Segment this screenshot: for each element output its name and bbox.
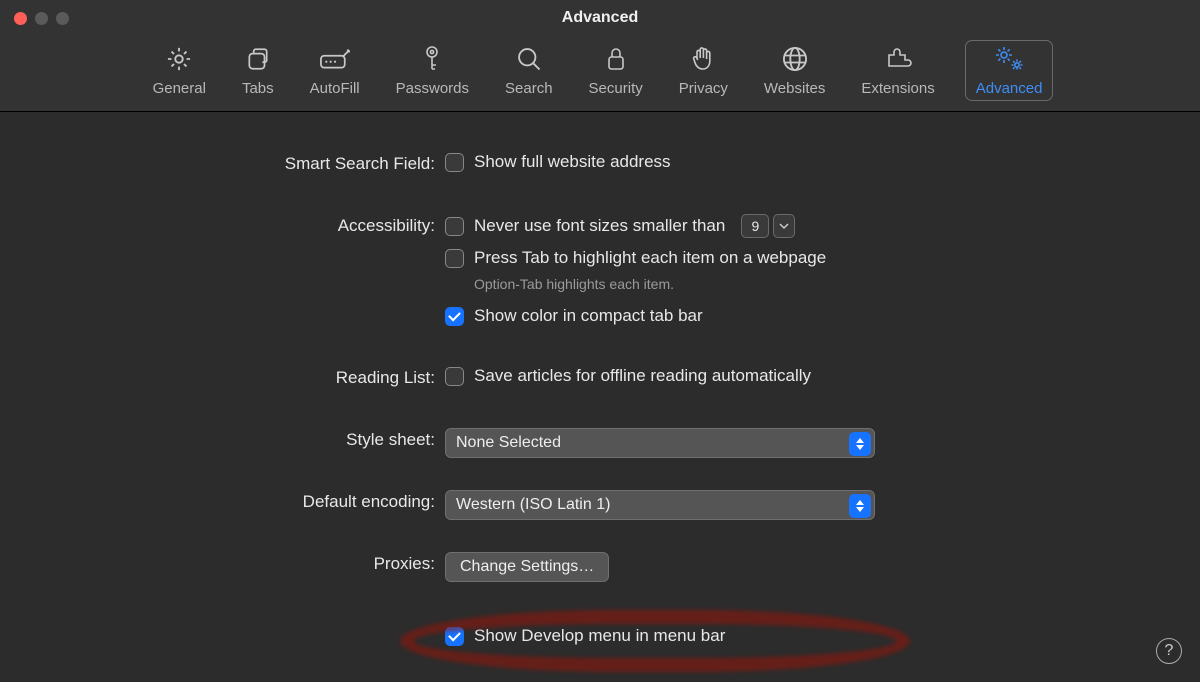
change-settings-label: Change Settings… bbox=[460, 558, 594, 576]
minimize-window-button[interactable] bbox=[35, 12, 48, 25]
press-tab-checkbox[interactable] bbox=[445, 249, 464, 268]
change-proxy-settings-button[interactable]: Change Settings… bbox=[445, 552, 609, 582]
tab-privacy[interactable]: Privacy bbox=[673, 40, 734, 101]
style-sheet-popup[interactable]: None Selected bbox=[445, 428, 875, 458]
min-font-size-input[interactable]: 9 bbox=[741, 214, 769, 238]
window-title: Advanced bbox=[0, 9, 1200, 27]
help-icon: ? bbox=[1165, 642, 1174, 660]
compact-tab-color-label: Show color in compact tab bar bbox=[474, 306, 703, 326]
option-tab-hint: Option-Tab highlights each item. bbox=[474, 276, 826, 292]
reading-list-label: Reading List: bbox=[0, 366, 445, 388]
puzzle-icon bbox=[883, 44, 913, 74]
tab-extensions[interactable]: Extensions bbox=[855, 40, 940, 101]
compact-tab-color-checkbox[interactable] bbox=[445, 307, 464, 326]
offline-reading-checkbox[interactable] bbox=[445, 367, 464, 386]
tab-security[interactable]: Security bbox=[583, 40, 649, 101]
tab-label: General bbox=[153, 80, 206, 97]
tab-advanced[interactable]: Advanced bbox=[965, 40, 1054, 101]
show-full-url-label: Show full website address bbox=[474, 152, 671, 172]
tab-label: Passwords bbox=[396, 80, 469, 97]
gear-icon bbox=[165, 44, 193, 74]
default-encoding-value: Western (ISO Latin 1) bbox=[456, 496, 610, 514]
default-encoding-popup[interactable]: Western (ISO Latin 1) bbox=[445, 490, 875, 520]
tab-label: Extensions bbox=[861, 80, 934, 97]
min-font-size-label: Never use font sizes smaller than bbox=[474, 216, 725, 236]
window-controls bbox=[14, 12, 69, 25]
show-full-url-checkbox[interactable] bbox=[445, 153, 464, 172]
tab-general[interactable]: General bbox=[147, 40, 212, 101]
chevron-down-icon bbox=[779, 222, 789, 230]
preferences-toolbar: General Tabs AutoFill Passwords Search S… bbox=[0, 36, 1200, 112]
hand-icon bbox=[690, 44, 716, 74]
globe-icon bbox=[781, 44, 809, 74]
popup-arrows-icon bbox=[849, 432, 871, 456]
advanced-settings-form: Smart Search Field: Show full website ad… bbox=[0, 112, 1200, 646]
titlebar: Advanced bbox=[0, 0, 1200, 36]
empty-label bbox=[0, 626, 445, 628]
help-button[interactable]: ? bbox=[1156, 638, 1182, 664]
tab-label: Advanced bbox=[976, 80, 1043, 97]
tab-label: Security bbox=[589, 80, 643, 97]
autofill-icon bbox=[318, 44, 352, 74]
search-icon bbox=[515, 44, 543, 74]
press-tab-label: Press Tab to highlight each item on a we… bbox=[474, 248, 826, 268]
smart-search-label: Smart Search Field: bbox=[0, 152, 445, 174]
tab-search[interactable]: Search bbox=[499, 40, 559, 101]
tab-autofill[interactable]: AutoFill bbox=[304, 40, 366, 101]
tab-label: AutoFill bbox=[310, 80, 360, 97]
offline-reading-label: Save articles for offline reading automa… bbox=[474, 366, 811, 386]
key-icon bbox=[420, 44, 444, 74]
accessibility-label: Accessibility: bbox=[0, 214, 445, 236]
tab-label: Privacy bbox=[679, 80, 728, 97]
style-sheet-label: Style sheet: bbox=[0, 428, 445, 450]
style-sheet-value: None Selected bbox=[456, 434, 561, 452]
show-develop-menu-label: Show Develop menu in menu bar bbox=[474, 626, 725, 646]
lock-icon bbox=[604, 44, 628, 74]
tab-label: Search bbox=[505, 80, 553, 97]
popup-arrows-icon bbox=[849, 494, 871, 518]
zoom-window-button[interactable] bbox=[56, 12, 69, 25]
default-encoding-label: Default encoding: bbox=[0, 490, 445, 512]
tab-tabs[interactable]: Tabs bbox=[236, 40, 280, 101]
tab-websites[interactable]: Websites bbox=[758, 40, 831, 101]
tab-passwords[interactable]: Passwords bbox=[390, 40, 475, 101]
proxies-label: Proxies: bbox=[0, 552, 445, 574]
close-window-button[interactable] bbox=[14, 12, 27, 25]
min-font-size-stepper[interactable] bbox=[773, 214, 795, 238]
tab-label: Tabs bbox=[242, 80, 274, 97]
tab-label: Websites bbox=[764, 80, 825, 97]
min-font-size-checkbox[interactable] bbox=[445, 217, 464, 236]
tabs-icon bbox=[245, 44, 271, 74]
show-develop-menu-checkbox[interactable] bbox=[445, 627, 464, 646]
gears-icon bbox=[992, 44, 1026, 74]
